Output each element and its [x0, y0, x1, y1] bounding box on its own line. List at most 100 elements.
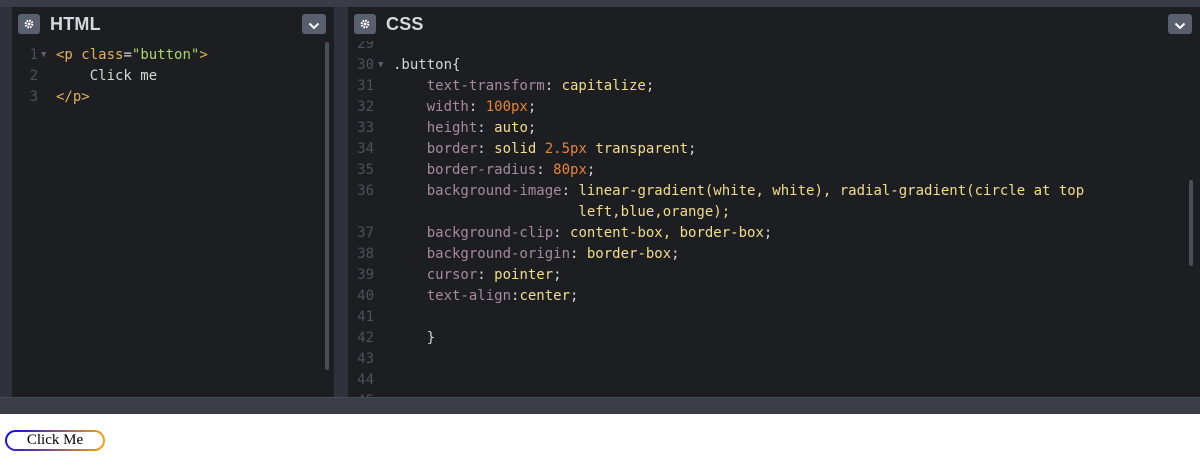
line-number: 38 [357, 246, 374, 262]
code-token: "button" [131, 47, 200, 63]
code-line: 39 cursor: pointer; [348, 265, 1200, 286]
css-code-editor[interactable]: 29 30 ▼ .button{ 31 text-transform: capitali… [348, 41, 1200, 397]
line-number: 37 [357, 225, 374, 241]
line-number: 34 [357, 141, 374, 157]
code-token: linear-gradient(white, white), radial-gr… [578, 183, 1085, 199]
code-line: 42 } [348, 328, 1200, 349]
code-text: .button{ [393, 55, 460, 76]
css-settings-button[interactable] [354, 14, 376, 34]
html-panel-header: HTML [12, 7, 334, 41]
code-line: 30 ▼ .button{ [348, 55, 1200, 76]
html-settings-button[interactable] [18, 14, 40, 34]
code-text: height: auto; [393, 118, 537, 139]
line-number: 41 [357, 309, 374, 325]
top-bar [0, 0, 1200, 7]
code-line: 1 ▼ <p class="button"> [12, 45, 334, 66]
line-number: 29 [357, 41, 374, 52]
code-token: ; [553, 267, 562, 283]
html-scrollbar[interactable] [325, 42, 329, 370]
code-token: background-origin [393, 246, 571, 262]
code-token: : [570, 246, 587, 262]
line-number: 3 [29, 89, 38, 105]
code-line: 2 Click me [12, 66, 334, 87]
html-collapse-button[interactable] [302, 14, 326, 34]
code-token: auto [494, 120, 528, 136]
code-token: solid [494, 141, 545, 157]
line-number: 2 [29, 68, 38, 84]
demo-button[interactable]: Click Me [5, 430, 105, 451]
code-token: ; [586, 162, 596, 178]
line-number: 30 [357, 57, 374, 73]
css-panel: CSS 29 30 ▼ .button{ 31 text-transform: capi… [348, 7, 1200, 397]
line-number: 42 [357, 330, 374, 346]
code-text: text-align:center; [393, 286, 579, 307]
css-scrollbar[interactable] [1189, 180, 1193, 266]
code-token: 2.5px [544, 141, 587, 157]
gear-icon [23, 15, 35, 34]
line-number: 43 [357, 351, 374, 367]
code-token: background-clip [393, 225, 554, 241]
line-number: 33 [357, 120, 374, 136]
gear-icon [359, 15, 371, 34]
code-token: : [477, 120, 495, 136]
code-token: border [393, 141, 478, 157]
code-line: 40 text-align:center; [348, 286, 1200, 307]
line-number: 40 [357, 288, 374, 304]
code-token: class [81, 47, 124, 63]
line-number: 35 [357, 162, 374, 178]
code-token: height [393, 120, 478, 136]
css-panel-header: CSS [348, 7, 1200, 41]
code-token: ; [763, 225, 773, 241]
code-token: : [553, 225, 571, 241]
code-token: left,blue,orange); [393, 204, 731, 220]
code-text: } [393, 328, 435, 349]
css-panel-title: CSS [386, 13, 424, 34]
line-number: 36 [357, 183, 374, 199]
line-number: 44 [357, 372, 374, 388]
left-edge-strip [0, 7, 12, 397]
pane-resize-handle[interactable] [334, 7, 348, 397]
code-line: left,blue,orange); [348, 202, 1200, 223]
code-token: > [199, 47, 208, 63]
code-token: content-box, border-box [570, 225, 764, 241]
code-token: background-image [393, 183, 562, 199]
code-token: : [544, 78, 562, 94]
css-collapse-button[interactable] [1168, 14, 1192, 34]
fold-arrow-icon[interactable]: ▼ [41, 45, 46, 66]
code-text: border-radius: 80px; [393, 160, 596, 181]
code-line: 38 background-origin: border-box; [348, 244, 1200, 265]
code-line: 34 border: solid 2.5px transparent; [348, 139, 1200, 160]
code-token: ; [527, 120, 537, 136]
line-number: 32 [357, 99, 374, 115]
code-token: : [477, 141, 495, 157]
editor-area: HTML 1 ▼ <p class="button"> 2 Click me 3 </p>… [0, 0, 1200, 414]
code-token: capitalize [561, 78, 646, 94]
code-line: 32 width: 100px; [348, 97, 1200, 118]
fold-arrow-icon[interactable]: ▼ [378, 55, 383, 76]
code-token: width [393, 99, 469, 115]
code-token: : [561, 183, 579, 199]
code-line: 44 [348, 370, 1200, 391]
code-line: 31 text-transform: capitalize; [348, 76, 1200, 97]
result-resize-bar[interactable] [0, 397, 1200, 414]
code-line: 43 [348, 349, 1200, 370]
code-token: ; [527, 99, 537, 115]
code-token: border-box [586, 246, 672, 262]
code-token: : [468, 99, 486, 115]
code-token: 80px [553, 162, 587, 178]
code-text: left,blue,orange); [393, 202, 730, 223]
code-text: text-transform: capitalize; [393, 76, 655, 97]
code-line: 29 [348, 41, 1200, 55]
html-code-editor[interactable]: 1 ▼ <p class="button"> 2 Click me 3 </p> [12, 41, 334, 397]
line-number: 1 [29, 47, 38, 63]
code-token: Click me [56, 68, 158, 84]
code-text: background-origin: border-box; [393, 244, 680, 265]
code-token: : [477, 267, 495, 283]
code-text: cursor: pointer; [393, 265, 562, 286]
code-text: background-clip: content-box, border-box… [393, 223, 773, 244]
code-line: 37 background-clip: content-box, border-… [348, 223, 1200, 244]
code-text: </p> [56, 87, 90, 108]
code-text: width: 100px; [393, 97, 537, 118]
code-token: transparent [586, 141, 689, 157]
code-token: .button{ [393, 57, 461, 73]
